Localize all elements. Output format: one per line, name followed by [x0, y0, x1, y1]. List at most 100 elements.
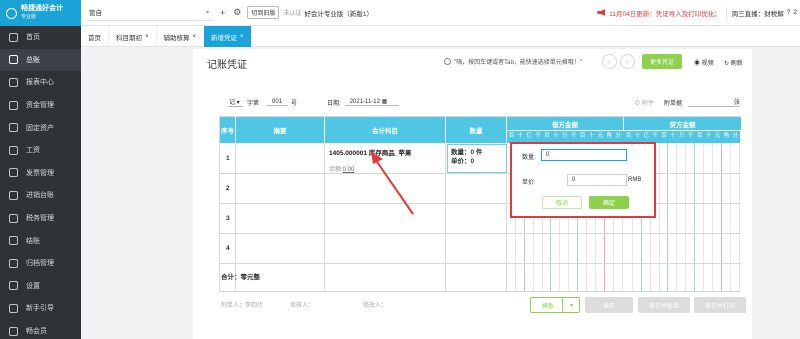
tab[interactable]: 新增凭证 × — [204, 26, 252, 47]
attachment-link[interactable]: ⊘ 附件 — [634, 98, 654, 107]
certification-status[interactable]: 未认证 — [283, 8, 301, 17]
plus-icon[interactable]: + — [220, 8, 225, 18]
digit-label: 百 — [661, 133, 667, 139]
sidebar-item[interactable]: 资金管理 — [0, 94, 81, 117]
sidebar-item-label: 新手引导 — [26, 305, 54, 313]
sidebar-item-label: 首页 — [26, 34, 40, 42]
sidebar-item[interactable]: 固定资产 — [0, 116, 81, 139]
sidebar-item[interactable]: 工资 — [0, 139, 81, 162]
table-row[interactable]: 3 — [220, 204, 741, 234]
attachment-count-label: 附单据 — [663, 100, 682, 107]
template-dropdown-icon[interactable]: ▾ — [562, 297, 580, 313]
modifier-label: 修改人： — [363, 303, 388, 309]
sidebar-item-label: 税务管理 — [26, 215, 54, 223]
logo-icon — [6, 7, 17, 19]
sidebar-item-label: 资金管理 — [26, 102, 54, 110]
refresh-label: 刷新 — [730, 61, 743, 67]
switch-old-version-button[interactable]: 切到旧版 — [247, 6, 280, 19]
save-and-print-button[interactable]: 保存并打印 — [694, 297, 746, 313]
balance-value[interactable]: 0.00 — [343, 167, 355, 173]
help-icon[interactable]: ? — [787, 9, 791, 16]
nav-icon — [9, 168, 18, 178]
voucher-number-input[interactable]: 001 — [266, 99, 289, 106]
top-bar: 管自 ▾ + ⚙ 切到旧版 未认证 好会计专业版（新版1） 11月04日更新：凭… — [81, 0, 800, 26]
tab[interactable]: 科目期初 × — [109, 26, 157, 47]
date-input[interactable]: 2021-11-12 ▦ — [344, 98, 399, 106]
nav-icon — [9, 326, 18, 336]
hint-text: "嗨，按回车键或者Tab，能快速选择单元格哦！" — [454, 60, 582, 66]
balance: 余额:0.00 — [329, 164, 354, 173]
attachment-label: 附件 — [641, 100, 654, 107]
tab-label: 首页 — [88, 34, 101, 42]
sidebar-item[interactable]: 设置 — [0, 275, 81, 298]
sidebar-item[interactable]: 总账 — [0, 48, 81, 72]
attachment-count-input[interactable]: 张 — [688, 97, 740, 107]
voucher-type-select[interactable]: 记 ▾ — [228, 97, 243, 107]
sidebar-item[interactable]: 结账 — [0, 229, 81, 252]
popup-price-label: 单价: — [522, 180, 536, 186]
sidebar-item[interactable]: 发票管理 — [0, 162, 81, 185]
logo-title: 畅捷通好会计 — [21, 5, 63, 12]
close-icon[interactable]: × — [240, 34, 244, 40]
sidebar-item-label: 固定资产 — [26, 124, 54, 132]
popup-ok-button[interactable]: 确定 — [589, 196, 629, 209]
digit-label: 元 — [714, 133, 721, 139]
unit-price-line: 单价：0 — [451, 158, 475, 165]
sidebar-item-label: 发票管理 — [26, 169, 54, 177]
smile-icon — [444, 58, 451, 65]
col-header-debit: 借方金额 — [507, 117, 624, 130]
video-label: 视频 — [701, 61, 714, 67]
nav-icon — [9, 236, 18, 246]
hint: "嗨，按回车键或者Tab，能快速选择单元格哦！" — [444, 57, 582, 66]
tab-label: 科目期初 — [116, 34, 142, 42]
save-and-new-button[interactable]: 保存并新增 — [638, 297, 690, 313]
date-value: 2021-11-12 — [349, 99, 380, 105]
sidebar-item[interactable]: 新手引导 — [0, 297, 81, 320]
account-select[interactable]: 管自 ▾ — [86, 5, 212, 21]
sidebar: 畅捷通好会计 专业版 首页总账报表中心资金管理固定资产工资发票管理进销台账税务管… — [0, 0, 81, 339]
popup-qty-label: 数量: — [522, 155, 536, 161]
next-voucher-icon[interactable]: › — [620, 54, 635, 69]
account-cell-text[interactable]: 1405.000001 库存商品_苹果 — [329, 147, 411, 157]
sidebar-item[interactable]: 进销台账 — [0, 184, 81, 207]
date-label: 日期: — [327, 100, 341, 107]
sidebar-item-label: 畅会员 — [26, 328, 47, 336]
popup-qty-input[interactable]: 0 — [541, 149, 627, 161]
reviewer-label: 审核人： — [290, 303, 315, 309]
table-row[interactable]: 4 — [220, 234, 741, 264]
gear-icon[interactable]: ⚙ — [233, 7, 241, 18]
close-icon[interactable]: × — [145, 34, 149, 40]
col-header-summary: 摘要 — [236, 117, 325, 143]
table-row[interactable]: 2 — [220, 174, 741, 204]
balance-label: 余额: — [329, 167, 343, 173]
refresh-link[interactable]: ↻ 刷新 — [724, 58, 743, 67]
tab-label: 新增凭证 — [211, 34, 238, 42]
live-link[interactable]: 周三直播：财税解 — [732, 8, 784, 18]
video-link[interactable]: ◉ 视频 — [694, 58, 714, 67]
save-button[interactable]: 保存 — [585, 297, 633, 313]
quantity-cell[interactable]: 数量：0 件 单价：0 — [447, 144, 507, 173]
tab[interactable]: 辅助核算 × — [157, 26, 205, 47]
close-icon[interactable]: × — [193, 34, 197, 40]
sidebar-item[interactable]: 税务管理 — [0, 207, 81, 230]
more-voucher-button[interactable]: 更多凭证 — [642, 54, 683, 69]
sidebar-item[interactable]: 畅会员 — [0, 320, 81, 339]
popup-price-input[interactable]: 0 — [567, 174, 627, 186]
app-logo[interactable]: 畅捷通好会计 专业版 — [0, 0, 81, 26]
news-link[interactable]: 11月04日更新：凭证导入及打印优化； — [597, 8, 721, 18]
digit-label: 百 — [696, 133, 703, 139]
row-number: 4 — [226, 245, 230, 252]
sidebar-item[interactable]: 首页 — [0, 26, 81, 49]
sidebar-item[interactable]: 报表中心 — [0, 71, 81, 94]
popup-cancel-button[interactable]: 取消 — [542, 196, 582, 209]
tab[interactable]: 首页 — [81, 26, 109, 47]
sidebar-item-label: 总账 — [26, 56, 40, 64]
topbar-right-text[interactable]: 2 — [793, 9, 797, 16]
nav-icon — [9, 190, 18, 200]
sidebar-item[interactable]: 归档管理 — [0, 252, 81, 275]
prev-voucher-icon[interactable]: ‹ — [602, 54, 617, 69]
sidebar-item-label: 设置 — [26, 282, 40, 290]
total-row: 合计：零元整 — [221, 274, 260, 281]
nav-icon — [9, 145, 18, 155]
nav-icon — [9, 281, 18, 291]
